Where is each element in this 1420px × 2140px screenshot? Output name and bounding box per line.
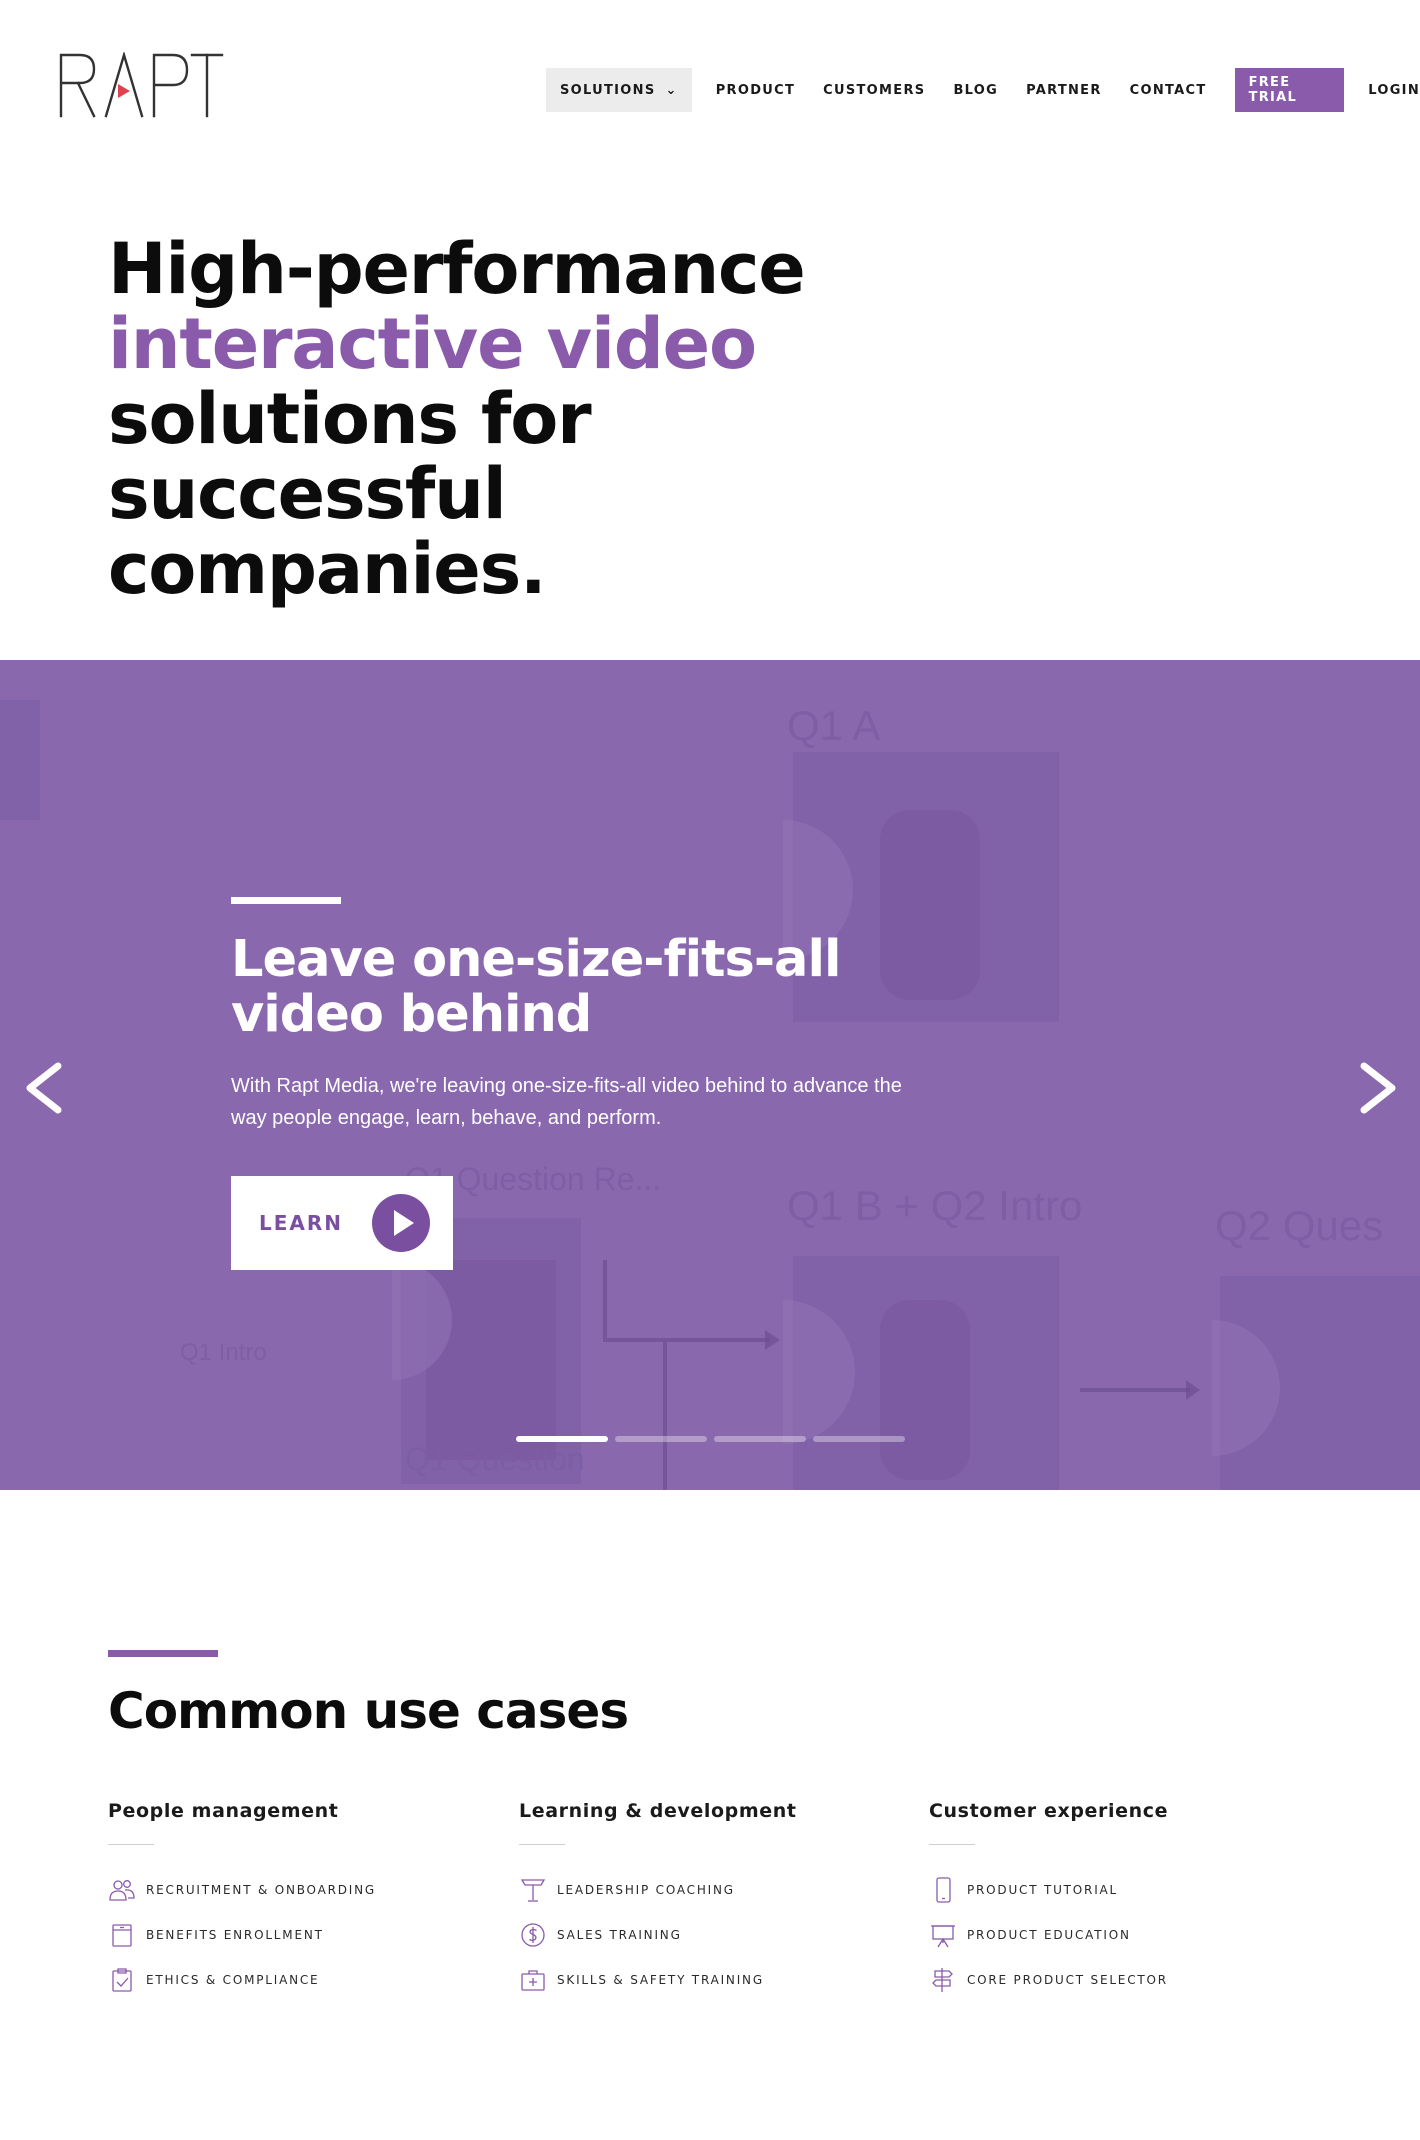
use-case-item[interactable]: PRODUCT EDUCATION [929, 1912, 1329, 1957]
use-case-item[interactable]: RECRUITMENT & ONBOARDING [108, 1867, 508, 1912]
nav-partner[interactable]: PARTNER [1026, 68, 1102, 112]
slider-prev-arrow-icon[interactable] [20, 1058, 68, 1118]
nav-blog[interactable]: BLOG [953, 68, 998, 112]
use-case-label: ETHICS & COMPLIANCE [146, 1972, 320, 1987]
learn-button-label: LEARN [259, 1211, 344, 1235]
use-case-column-people: People management RECRUITMENT & ONBOARDI… [108, 1800, 508, 2002]
use-case-label: LEADERSHIP COACHING [557, 1882, 735, 1897]
people-icon [109, 1879, 135, 1901]
hero-line-3: solutions for successful [108, 378, 592, 535]
nav-solutions[interactable]: SOLUTIONS ⌄ [546, 68, 692, 112]
slide-title-line-2: video behind [231, 985, 592, 1044]
use-case-label: RECRUITMENT & ONBOARDING [146, 1882, 376, 1897]
slider-dot-2[interactable] [615, 1436, 707, 1442]
nav-product[interactable]: PRODUCT [716, 68, 795, 112]
use-case-column-learning: Learning & development LEADERSHIP COACHI… [519, 1800, 919, 2002]
hero-headline: High-performance interactive video solut… [108, 232, 1008, 607]
hero-line-1: High-performance [108, 228, 806, 310]
nav-customers[interactable]: CUSTOMERS [823, 68, 925, 112]
use-case-label: CORE PRODUCT SELECTOR [967, 1972, 1168, 1987]
rapt-logo[interactable] [58, 52, 224, 118]
bg-label-q1b-q2-intro: Q1 B + Q2 Intro [787, 1182, 1082, 1229]
divider [519, 1844, 565, 1845]
hero-slider: Q1 A Q1 Question Re... Q1 B + Q2 Intro Q… [0, 660, 1420, 1490]
use-case-heading: Customer experience [929, 1800, 1169, 1822]
use-case-label: BENEFITS ENROLLMENT [146, 1927, 324, 1942]
phone-icon [936, 1876, 951, 1903]
podium-icon [520, 1878, 546, 1902]
hero-line-4: companies. [108, 528, 547, 610]
slider-dot-4[interactable] [813, 1436, 905, 1442]
bg-label-q1-intro: Q1 Intro [180, 1339, 267, 1366]
use-case-item[interactable]: PRODUCT TUTORIAL [929, 1867, 1329, 1912]
use-case-item[interactable]: LEADERSHIP COACHING [519, 1867, 919, 1912]
use-cases-accent-bar [108, 1650, 218, 1657]
slider-dot-3[interactable] [714, 1436, 806, 1442]
chevron-down-icon: ⌄ [665, 82, 678, 98]
use-case-item[interactable]: SKILLS & SAFETY TRAINING [519, 1957, 919, 2002]
use-case-label: PRODUCT TUTORIAL [967, 1882, 1119, 1897]
play-icon [372, 1194, 430, 1252]
nav-login[interactable]: LOGIN [1368, 68, 1420, 112]
use-case-item[interactable]: BENEFITS ENROLLMENT [108, 1912, 508, 1957]
box-icon [112, 1923, 132, 1947]
easel-icon [931, 1924, 955, 1947]
bg-label-q1a: Q1 A [787, 702, 880, 749]
use-case-item[interactable]: SALES TRAINING [519, 1912, 919, 1957]
use-cases-title: Common use cases [108, 1682, 629, 1740]
slider-dot-1[interactable] [516, 1436, 608, 1442]
use-case-column-customer: Customer experience PRODUCT TUTORIAL PRO… [929, 1800, 1329, 2002]
slide-title: Leave one-size-fits-all video behind [231, 932, 931, 1042]
use-case-item[interactable]: CORE PRODUCT SELECTOR [929, 1957, 1329, 2002]
dollar-icon [521, 1922, 545, 1947]
divider [108, 1844, 154, 1845]
use-case-label: SALES TRAINING [557, 1927, 682, 1942]
slide-description: With Rapt Media, we're leaving one-size-… [231, 1075, 902, 1129]
free-trial-button[interactable]: FREE TRIAL [1234, 68, 1345, 112]
slide-title-line-1: Leave one-size-fits-all [231, 930, 841, 989]
divider [929, 1844, 975, 1845]
bg-label-q1-question: Q1 Question [405, 1441, 585, 1477]
use-case-item[interactable]: ETHICS & COMPLIANCE [108, 1957, 508, 2002]
signpost-icon [932, 1967, 953, 1992]
site-header: SOLUTIONS ⌄ PRODUCT CUSTOMERS BLOG PARTN… [0, 0, 1420, 180]
slider-pagination [516, 1436, 912, 1442]
nav-contact[interactable]: CONTACT [1130, 68, 1207, 112]
slider-next-arrow-icon[interactable] [1354, 1058, 1402, 1118]
main-nav: SOLUTIONS ⌄ PRODUCT CUSTOMERS BLOG PARTN… [546, 68, 1420, 112]
first-aid-icon [521, 1969, 545, 1991]
use-case-heading: Learning & development [519, 1800, 797, 1822]
bg-label-q2-ques: Q2 Ques [1215, 1202, 1383, 1249]
hero-line-2: interactive video [108, 303, 757, 385]
use-case-label: SKILLS & SAFETY TRAINING [557, 1972, 764, 1987]
slide-accent-bar [231, 897, 341, 904]
nav-solutions-label: SOLUTIONS [560, 82, 656, 98]
checklist-icon [112, 1967, 132, 1992]
use-case-heading: People management [108, 1800, 339, 1822]
use-case-label: PRODUCT EDUCATION [967, 1927, 1131, 1942]
learn-button[interactable]: LEARN [231, 1176, 453, 1270]
